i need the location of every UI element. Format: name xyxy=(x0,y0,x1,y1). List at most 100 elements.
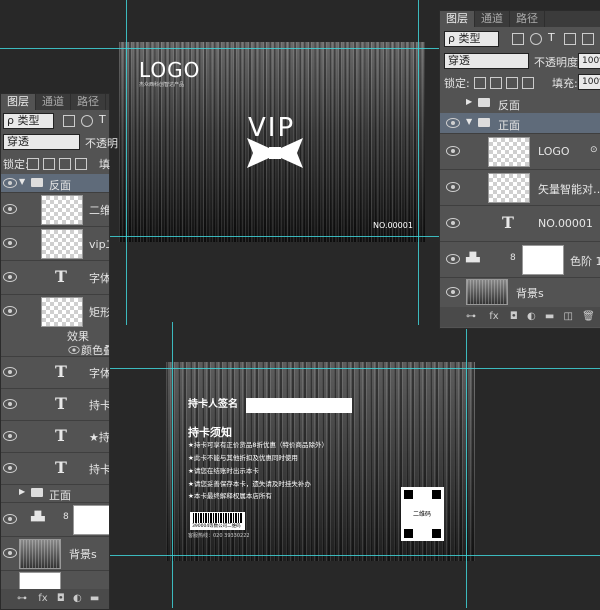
lock-position-icon[interactable] xyxy=(506,77,518,89)
text-filter-icon[interactable]: T xyxy=(548,31,555,44)
layer-list: ▶ 反面 ▼ 正面 LOGO ⊙ 矢量智能对… T NO.00001 ▟▙ 8 … xyxy=(440,93,600,306)
layer-row[interactable]: ▟▙ 8 xyxy=(1,502,109,537)
new-layer-icon[interactable]: ◫ xyxy=(564,311,573,322)
link-layers-icon[interactable]: ⊶ xyxy=(17,593,27,604)
layer-thumbnail xyxy=(19,572,61,589)
visibility-eye-icon[interactable] xyxy=(3,306,17,316)
tab-paths[interactable]: 路径 xyxy=(510,11,545,27)
image-filter-icon[interactable] xyxy=(512,33,524,45)
blend-mode-select[interactable]: 穿透 xyxy=(3,134,80,150)
visibility-eye-icon[interactable] xyxy=(3,463,17,473)
effects-row[interactable]: 效果 xyxy=(1,328,109,343)
lock-transparent-icon[interactable] xyxy=(474,77,486,89)
layer-row[interactable]: ▟▙ 8 色阶 1 xyxy=(440,241,600,278)
visibility-eye-icon[interactable] xyxy=(446,146,460,156)
layer-name: 反面 xyxy=(49,179,71,192)
shape-filter-icon[interactable] xyxy=(564,33,576,45)
expand-arrow-icon[interactable]: ▶ xyxy=(466,97,472,106)
visibility-eye-icon[interactable] xyxy=(3,272,17,282)
layer-row[interactable]: T 字体 xyxy=(1,356,109,389)
add-mask-icon[interactable]: ◘ xyxy=(57,593,65,604)
layer-thumbnail xyxy=(488,137,530,167)
layer-row[interactable]: ▶ 反面 xyxy=(440,93,600,114)
filter-kind-select[interactable]: ρ 类型 xyxy=(3,113,54,129)
layer-row-selected[interactable]: ▼ 正面 xyxy=(440,113,600,134)
levels-icon: ▟▙ xyxy=(466,253,480,263)
layer-row[interactable]: 背景s xyxy=(1,536,109,571)
fx-icon[interactable]: fx xyxy=(489,311,498,322)
folder-icon xyxy=(478,118,490,127)
lock-pixels-icon[interactable] xyxy=(490,77,502,89)
rule-2: ★此卡不能与其他折扣及优惠同时使用 xyxy=(188,454,298,462)
trash-icon[interactable]: 🗑 xyxy=(582,311,595,322)
adjustment-layer-icon[interactable]: ◐ xyxy=(527,311,536,322)
layer-row[interactable]: 二维 xyxy=(1,192,109,227)
fx-icon[interactable]: fx xyxy=(38,593,47,604)
visibility-eye-icon[interactable] xyxy=(3,514,17,524)
adjustment-layer-icon[interactable]: ◐ xyxy=(73,593,82,604)
adjust-filter-icon[interactable] xyxy=(81,115,93,127)
visibility-eye-icon[interactable] xyxy=(446,287,460,297)
visibility-eye-icon[interactable] xyxy=(3,431,17,441)
layer-row[interactable]: T NO.00001 xyxy=(440,205,600,242)
visibility-eye-icon[interactable] xyxy=(68,346,80,354)
add-mask-icon[interactable]: ◘ xyxy=(510,311,518,322)
lock-all-icon[interactable] xyxy=(75,158,87,170)
collapse-arrow-icon[interactable]: ▼ xyxy=(466,117,472,126)
tab-layers[interactable]: 图层 xyxy=(1,94,36,110)
lock-pixels-icon[interactable] xyxy=(43,158,55,170)
layer-row-selected[interactable]: ▼ 反面 xyxy=(1,174,109,193)
panel-footer: ⊶ fx ◘ ◐ ▬ xyxy=(1,589,109,609)
layer-row[interactable]: vip二 xyxy=(1,226,109,261)
lock-position-icon[interactable] xyxy=(59,158,71,170)
tab-channels[interactable]: 通道 xyxy=(475,11,510,27)
visibility-eye-icon[interactable] xyxy=(3,238,17,248)
layer-name: NO.00001 xyxy=(538,217,593,230)
layer-row[interactable] xyxy=(1,570,109,589)
layer-row[interactable]: 矩形 xyxy=(1,294,109,328)
effect-item-row[interactable]: 颜色叠加 xyxy=(1,342,109,357)
layer-row[interactable]: T ★持 xyxy=(1,420,109,453)
layer-row[interactable]: LOGO ⊙ xyxy=(440,133,600,170)
opacity-input[interactable]: 100% xyxy=(578,53,600,69)
adjust-filter-icon[interactable] xyxy=(530,33,542,45)
text-filter-icon[interactable]: T xyxy=(99,113,106,126)
filter-kind-select[interactable]: ρ 类型 xyxy=(444,31,499,47)
visibility-eye-icon[interactable] xyxy=(446,182,460,192)
new-group-icon[interactable]: ▬ xyxy=(90,593,99,604)
layer-thumbnail xyxy=(41,297,83,327)
layer-name: ★持 xyxy=(89,431,109,444)
smart-filter-icon[interactable] xyxy=(582,33,594,45)
layer-row[interactable]: ▶ 正面 xyxy=(1,484,109,503)
new-group-icon[interactable]: ▬ xyxy=(545,311,554,322)
lock-all-icon[interactable] xyxy=(522,77,534,89)
tab-channels[interactable]: 通道 xyxy=(36,94,71,110)
layer-row[interactable]: 背景s xyxy=(440,277,600,306)
visibility-eye-icon[interactable] xyxy=(3,548,17,558)
collapse-arrow-icon[interactable]: ▼ xyxy=(19,177,25,186)
visibility-eye-icon[interactable] xyxy=(3,178,17,188)
visibility-eye-icon[interactable] xyxy=(446,118,460,128)
visibility-eye-icon[interactable] xyxy=(446,254,460,264)
blend-mode-select[interactable]: 穿透 xyxy=(444,53,529,69)
tab-layers[interactable]: 图层 xyxy=(440,11,475,27)
layer-row[interactable]: 矢量智能对… xyxy=(440,169,600,206)
visibility-eye-icon[interactable] xyxy=(446,218,460,228)
levels-icon: ▟▙ xyxy=(31,512,45,522)
visibility-eye-icon[interactable] xyxy=(3,399,17,409)
layer-row[interactable]: T 字体 xyxy=(1,260,109,295)
layer-row[interactable]: T 持卡 xyxy=(1,388,109,421)
image-filter-icon[interactable] xyxy=(63,115,75,127)
visibility-eye-icon[interactable] xyxy=(3,204,17,214)
barcode: 390004等数公司二维码 xyxy=(190,512,245,530)
fill-input[interactable]: 100% xyxy=(578,74,600,90)
lock-transparent-icon[interactable] xyxy=(27,158,39,170)
layer-name: LOGO xyxy=(538,145,570,158)
folder-icon xyxy=(478,98,490,107)
expand-arrow-icon[interactable]: ▶ xyxy=(19,487,25,496)
link-layers-icon[interactable]: ⊶ xyxy=(466,311,476,322)
layer-row[interactable]: T 持卡 xyxy=(1,452,109,485)
visibility-eye-icon[interactable] xyxy=(3,367,17,377)
text-layer-icon: T xyxy=(55,394,67,413)
tab-paths[interactable]: 路径 xyxy=(71,94,106,110)
